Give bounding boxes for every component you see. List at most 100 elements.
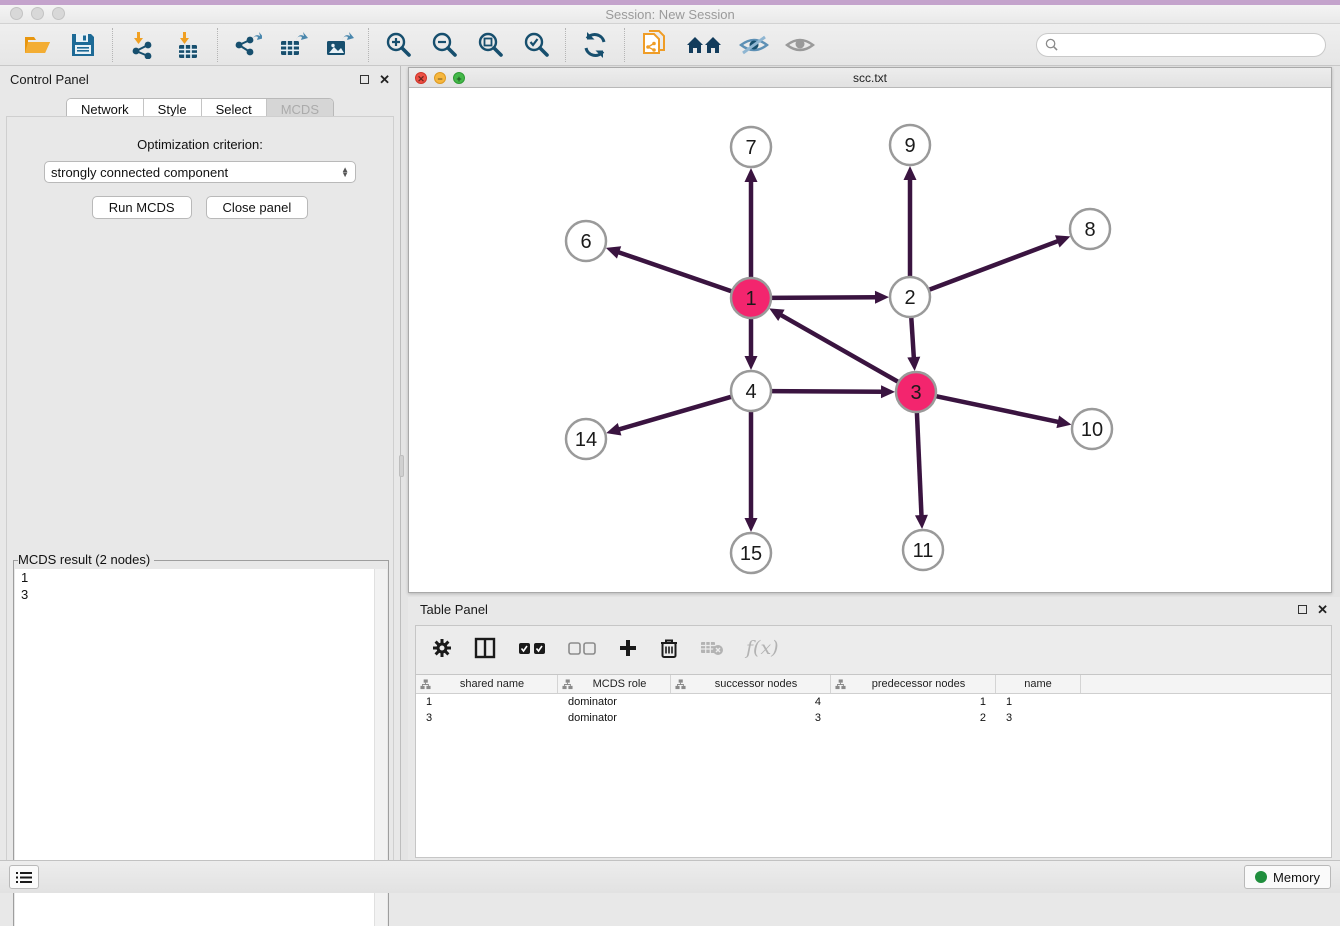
task-history-button[interactable] [9,865,39,889]
minimize-window-button[interactable] [31,7,44,20]
graph-edge-arrowhead [606,423,621,435]
open-file-icon[interactable] [22,30,52,60]
table-row[interactable]: 3 dominator 3 2 3 [416,710,1331,726]
window-traffic-lights[interactable] [10,7,65,20]
delete-table-icon[interactable] [700,640,724,656]
graph-edge-3-10[interactable] [934,396,1061,423]
import-network-icon[interactable] [127,30,157,60]
column-type-icon [562,679,573,690]
network-window-titlebar[interactable]: ✕ − + scc.txt [409,68,1331,88]
zoom-out-icon[interactable] [429,30,459,60]
graph-node-label-2: 2 [904,287,915,309]
graph-node-label-8: 8 [1084,219,1095,241]
graph-node-label-6: 6 [580,231,591,253]
delete-column-icon[interactable] [660,638,678,659]
apply-layout-icon[interactable] [580,30,610,60]
graph-node-label-1: 1 [745,288,756,310]
memory-button[interactable]: Memory [1244,865,1331,889]
graph-edge-arrowhead [745,356,758,370]
graph-edge-2-3[interactable] [911,315,914,360]
export-network-icon[interactable] [232,30,262,60]
add-column-icon[interactable] [618,638,638,658]
export-image-icon[interactable] [324,30,354,60]
cell-name[interactable]: 1 [996,694,1081,710]
search-input[interactable] [1062,38,1317,52]
zoom-in-icon[interactable] [383,30,413,60]
cell-predecessor-nodes[interactable]: 1 [831,694,996,710]
search-icon [1045,38,1058,51]
column-type-icon [675,679,686,690]
cell-successor-nodes[interactable]: 4 [671,694,831,710]
cell-mcds-role[interactable]: dominator [558,710,671,726]
window-titlebar: Session: New Session [0,5,1340,24]
table-options-icon[interactable] [432,638,452,658]
cell-shared-name[interactable]: 3 [416,710,558,726]
network-window: ✕ − + scc.txt 7968124314101511 [408,67,1332,593]
cell-mcds-role[interactable]: dominator [558,694,671,710]
run-mcds-button[interactable]: Run MCDS [92,196,192,219]
column-view-icon[interactable] [474,637,496,659]
mcds-panel: Optimization criterion: strongly connect… [6,116,394,880]
graph-edge-1-6[interactable] [616,251,734,292]
graph-node-label-4: 4 [745,381,756,403]
graph-edge-3-1[interactable] [779,314,901,383]
select-all-icon[interactable] [518,642,546,655]
function-builder-icon[interactable]: f(x) [746,637,779,659]
graph-edge-arrowhead [904,166,917,180]
float-panel-icon[interactable] [360,75,369,84]
graph-edge-3-11[interactable] [917,410,922,518]
panel-splitter-handle[interactable] [399,455,404,477]
close-panel-button[interactable]: Close panel [206,196,309,219]
save-session-icon[interactable] [68,30,98,60]
hide-selected-icon[interactable] [739,30,769,60]
network-window-title: scc.txt [853,71,887,85]
table-row[interactable]: 1 dominator 4 1 1 [416,694,1331,710]
column-header-predecessor-nodes[interactable]: predecessor nodes [831,675,996,693]
graph-node-label-11: 11 [913,540,934,562]
cell-shared-name[interactable]: 1 [416,694,558,710]
graph-edge-arrowhead [1056,415,1071,428]
network-maximize-button[interactable]: + [453,72,465,84]
criterion-dropdown[interactable]: strongly connected component ▲▼ [44,161,356,183]
graph-edge-1-2[interactable] [769,297,878,298]
cell-predecessor-nodes[interactable]: 2 [831,710,996,726]
graph-node-label-7: 7 [745,137,756,159]
export-table-icon[interactable] [278,30,308,60]
node-table-header: shared name MCDS role successor nodes pr… [416,675,1331,694]
memory-status-icon [1255,871,1267,883]
close-table-panel-icon[interactable]: ✕ [1317,603,1328,616]
graph-node-label-15: 15 [740,543,762,565]
zoom-selected-icon[interactable] [521,30,551,60]
graph-edge-4-3[interactable] [769,391,884,392]
cell-successor-nodes[interactable]: 3 [671,710,831,726]
cell-name[interactable]: 3 [996,710,1081,726]
zoom-fit-icon[interactable] [475,30,505,60]
maximize-window-button[interactable] [52,7,65,20]
column-header-successor-nodes[interactable]: successor nodes [671,675,831,693]
network-canvas[interactable]: 7968124314101511 [409,88,1331,592]
graph-edge-2-8[interactable] [927,240,1060,290]
column-type-icon [835,679,846,690]
control-panel: Control Panel ✕ Network Style Select MCD… [0,66,401,890]
graph-edge-arrowhead [907,357,920,371]
node-table: shared name MCDS role successor nodes pr… [416,674,1331,857]
clone-network-icon[interactable] [639,30,669,60]
toolbar-search [1036,33,1326,57]
criterion-value: strongly connected component [51,165,341,180]
graph-edge-4-14[interactable] [617,396,734,430]
float-table-panel-icon[interactable] [1298,605,1307,614]
import-table-icon[interactable] [173,30,203,60]
graph-edge-arrowhead [875,291,889,304]
close-panel-icon[interactable]: ✕ [379,73,390,86]
column-header-shared-name[interactable]: shared name [416,675,558,693]
network-graph[interactable]: 7968124314101511 [409,88,1331,592]
graph-edge-arrowhead [881,385,895,398]
show-all-icon[interactable] [785,30,815,60]
column-header-name[interactable]: name [996,675,1081,693]
close-window-button[interactable] [10,7,23,20]
deselect-all-icon[interactable] [568,642,596,655]
network-minimize-button[interactable]: − [434,72,446,84]
column-header-mcds-role[interactable]: MCDS role [558,675,671,693]
first-neighbors-icon[interactable] [685,30,723,60]
network-close-button[interactable]: ✕ [415,72,427,84]
